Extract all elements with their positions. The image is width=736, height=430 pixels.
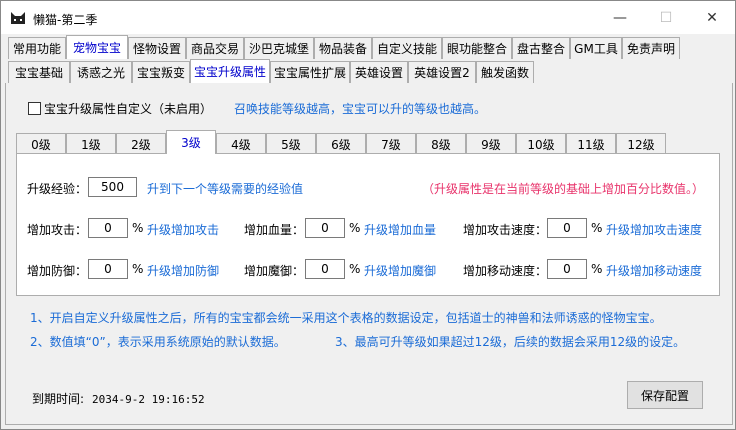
magic-def-label: 增加魔御： [244, 264, 305, 278]
app-window: 懒猫-第二季 — ☐ ✕ 常用功能 宠物宝宝 怪物设置 商品交易 沙巴克城堡 物… [0, 0, 736, 430]
hp-desc: 升级增加血量 [364, 223, 437, 237]
tab-gm-tools[interactable]: GM工具 [570, 37, 622, 59]
expiry-value: 2034-9-2 19:16:52 [92, 393, 205, 406]
cat-app-icon [11, 12, 25, 24]
exp-desc: 升到下一个等级需要的经验值 [147, 182, 304, 196]
magic-def-input[interactable]: 0 [305, 259, 345, 279]
skill-level-hint: 召唤技能等级越高，宝宝可以升的等级也越高。 [234, 102, 487, 116]
custom-upgrade-checkbox[interactable]: 宝宝升级属性自定义（未启用） [28, 100, 212, 117]
note-2: 2、数值填“0”，表示采用系统原始的默认数据。 [30, 335, 286, 349]
level-tab-10[interactable]: 10级 [516, 133, 566, 154]
checkbox-box[interactable] [28, 102, 41, 115]
expiry-info: 到期时间: 2034-9-2 19:16:52 [32, 390, 205, 407]
minimize-button[interactable]: — [597, 1, 643, 34]
subtab-lure-light[interactable]: 诱惑之光 [70, 61, 132, 83]
defense-label: 增加防御： [27, 264, 88, 278]
subtab-pet-attr-ext[interactable]: 宝宝属性扩展 [270, 61, 350, 83]
tab-pets[interactable]: 宠物宝宝 [66, 35, 128, 59]
minimize-icon: — [613, 9, 627, 26]
tab-monsters[interactable]: 怪物设置 [128, 37, 186, 59]
subtab-hero-settings[interactable]: 英雄设置 [350, 61, 408, 83]
level-tab-6[interactable]: 6级 [316, 133, 366, 154]
attack-speed-input[interactable]: 0 [547, 218, 587, 238]
hp-unit: % [349, 221, 361, 235]
defense-input[interactable]: 0 [88, 259, 128, 279]
level-tab-2[interactable]: 2级 [116, 133, 166, 154]
level-tab-7[interactable]: 7级 [366, 133, 416, 154]
custom-upgrade-label: 宝宝升级属性自定义（未启用） [44, 102, 213, 116]
move-speed-unit: % [591, 262, 603, 276]
title-bar: 懒猫-第二季 — ☐ ✕ [1, 1, 735, 34]
level-tab-12[interactable]: 12级 [616, 133, 666, 154]
level-tab-1[interactable]: 1级 [66, 133, 116, 154]
upgrade-settings-panel: 宝宝升级属性自定义（未启用） 召唤技能等级越高，宝宝可以升的等级也越高。 0级 … [5, 83, 733, 425]
note-3: 3、最高可升等级如果超过12级，后续的数据会采用12级的设定。 [335, 335, 686, 349]
level-tab-9[interactable]: 9级 [466, 133, 516, 154]
level-tab-0[interactable]: 0级 [16, 133, 66, 154]
exp-label: 升级经验： [27, 182, 88, 196]
subtab-hero-settings-2[interactable]: 英雄设置2 [408, 61, 476, 83]
maximize-button[interactable]: ☐ [643, 1, 689, 34]
attack-speed-label: 增加攻击速度： [463, 223, 548, 237]
magic-def-unit: % [349, 262, 361, 276]
tab-sabak[interactable]: 沙巴克城堡 [244, 37, 314, 59]
tab-custom-skills[interactable]: 自定义技能 [372, 37, 442, 59]
subtab-pet-basic[interactable]: 宝宝基础 [8, 61, 70, 83]
tab-trade[interactable]: 商品交易 [186, 37, 244, 59]
upgrade-percent-note: （升级属性是在当前等级的基础上增加百分比数值。） [422, 182, 705, 196]
tab-pangu[interactable]: 盘古整合 [512, 37, 570, 59]
expiry-label: 到期时间: [32, 392, 85, 406]
attack-speed-desc: 升级增加攻击速度 [606, 223, 703, 237]
attack-speed-unit: % [591, 221, 603, 235]
move-speed-input[interactable]: 0 [547, 259, 587, 279]
tab-disclaimer[interactable]: 免责声明 [622, 37, 680, 59]
attack-desc: 升级增加攻击 [147, 223, 220, 237]
level-tab-11[interactable]: 11级 [566, 133, 616, 154]
level-tab-5[interactable]: 5级 [266, 133, 316, 154]
level-tab-3[interactable]: 3级 [166, 130, 216, 154]
exp-input[interactable]: 500 [88, 177, 137, 197]
close-icon: ✕ [706, 9, 718, 26]
defense-unit: % [132, 262, 144, 276]
level-tab-8[interactable]: 8级 [416, 133, 466, 154]
subtab-pet-betray[interactable]: 宝宝叛变 [132, 61, 190, 83]
tab-eye-features[interactable]: 眼功能整合 [442, 37, 512, 59]
tab-common[interactable]: 常用功能 [8, 37, 66, 59]
save-config-button[interactable]: 保存配置 [627, 381, 703, 409]
maximize-icon: ☐ [659, 9, 673, 26]
attack-input[interactable]: 0 [88, 218, 128, 238]
level-settings-panel: 升级经验： 500 升到下一个等级需要的经验值 （升级属性是在当前等级的基础上增… [16, 153, 720, 296]
magic-def-desc: 升级增加魔御 [364, 264, 437, 278]
attack-unit: % [132, 221, 144, 235]
defense-desc: 升级增加防御 [147, 264, 220, 278]
move-speed-label: 增加移动速度： [463, 264, 548, 278]
move-speed-desc: 升级增加移动速度 [606, 264, 703, 278]
subtab-trigger-func[interactable]: 触发函数 [476, 61, 534, 83]
window-title: 懒猫-第二季 [33, 13, 98, 27]
hp-label: 增加血量： [244, 223, 305, 237]
attack-label: 增加攻击： [27, 223, 88, 237]
hp-input[interactable]: 0 [305, 218, 345, 238]
subtab-pet-upgrade[interactable]: 宝宝升级属性 [190, 59, 270, 83]
close-button[interactable]: ✕ [689, 1, 735, 34]
note-1: 1、开启自定义升级属性之后，所有的宝宝都会统一采用这个表格的数据设定，包括道士的… [30, 311, 662, 325]
level-tab-4[interactable]: 4级 [216, 133, 266, 154]
tab-items[interactable]: 物品装备 [314, 37, 372, 59]
